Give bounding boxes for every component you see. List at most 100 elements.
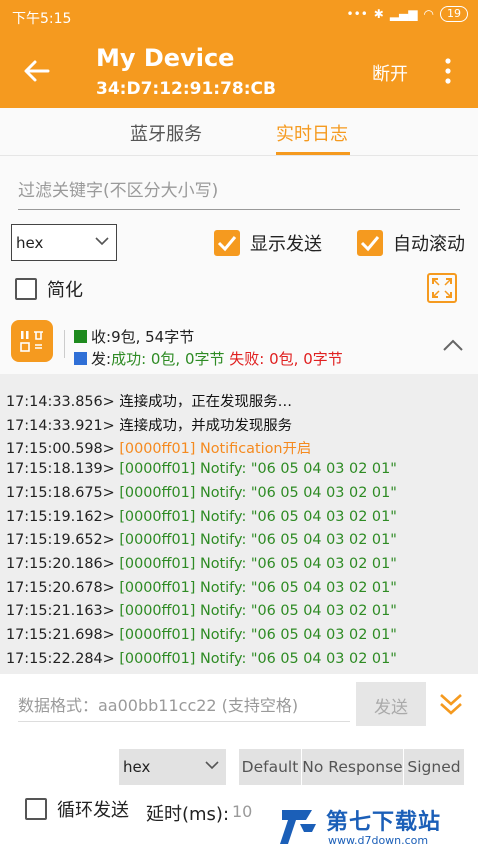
log-message: 连接成功，并成功发现服务 xyxy=(119,417,293,434)
log-message: 连接成功，正在发现服务… xyxy=(119,394,293,410)
pause-clear-button[interactable] xyxy=(11,320,53,362)
watermark-url: www.d7down.com xyxy=(328,834,429,847)
signal-icon: ▂▄▆ xyxy=(389,7,418,21)
log-timestamp: 17:15:19.652> xyxy=(6,532,115,549)
wifi-icon: ◠ xyxy=(423,7,434,21)
log-message: [0000ff01] Notify: "06 05 04 03 02 01" xyxy=(119,555,397,572)
send-label: 发: xyxy=(91,350,112,368)
log-message: [0000ff01] Notify: "06 05 04 03 02 01" xyxy=(119,484,397,501)
filter-input[interactable]: 过滤关键字(不区分大小写) xyxy=(18,166,460,210)
chevron-down-icon xyxy=(95,237,109,246)
watermark-text: 第七下载站 xyxy=(326,810,442,835)
watermark: 第七下载站 www.d7down.com xyxy=(278,804,474,850)
checkbox-unchecked-icon[interactable] xyxy=(25,798,47,820)
log-timestamp: 17:15:18.675> xyxy=(6,484,115,501)
log-message: [0000ff01] Notification开启 xyxy=(119,441,312,458)
show-send-toggle[interactable]: 显示发送 xyxy=(214,230,322,256)
recv-value: 9包, 54字节 xyxy=(111,328,195,346)
write-type-default[interactable]: Default xyxy=(239,749,301,785)
status-bar: 下午5:15 ••• ✱ ▂▄▆ ◠ 19 xyxy=(0,0,478,32)
write-type-no-response[interactable]: No Response xyxy=(302,749,403,785)
log-line: 17:15:19.652> [0000ff01] Notify: "06 05 … xyxy=(6,532,397,548)
recv-stats: 收:9包, 54字节 xyxy=(74,326,194,347)
log-line: 17:15:21.698> [0000ff01] Notify: "06 05 … xyxy=(6,627,397,643)
checkbox-checked-icon[interactable] xyxy=(357,230,383,256)
fullscreen-button[interactable] xyxy=(427,273,457,303)
checkbox-unchecked-icon[interactable] xyxy=(15,278,37,300)
write-type-signed[interactable]: Signed xyxy=(404,749,464,785)
status-time: 下午5:15 xyxy=(12,11,72,27)
recv-square-icon xyxy=(74,330,87,343)
log-line: 17:15:18.139> [0000ff01] Notify: "06 05 … xyxy=(6,461,397,477)
tab-indicator xyxy=(276,152,350,155)
watermark-logo-icon xyxy=(280,810,316,844)
delay-input[interactable]: 10 xyxy=(232,802,252,821)
send-button[interactable]: 发送 xyxy=(356,682,426,726)
log-timestamp: 17:15:19.162> xyxy=(6,508,115,525)
show-send-label: 显示发送 xyxy=(250,234,322,255)
log-message: [0000ff01] Notify: "06 05 04 03 02 01" xyxy=(119,650,397,667)
log-message: [0000ff01] Notify: "06 05 04 03 02 01" xyxy=(119,627,397,643)
log-line: 17:15:20.678> [0000ff01] Notify: "06 05 … xyxy=(6,580,397,596)
log-line: 17:15:18.675> [0000ff01] Notify: "06 05 … xyxy=(6,485,397,501)
simplify-toggle[interactable]: 简化 xyxy=(15,276,83,302)
chevron-down-icon xyxy=(205,761,219,770)
log-message: [0000ff01] Notify: "06 05 04 03 02 01" xyxy=(119,532,397,549)
send-success: 成功: 0包, 0字节 xyxy=(111,350,225,368)
log-line: 17:15:22.284> [0000ff01] Notify: "06 05 … xyxy=(6,651,397,667)
recv-label: 收: xyxy=(91,328,112,346)
log-timestamp: 17:15:21.698> xyxy=(6,627,115,643)
delay-label: 延时(ms): xyxy=(146,804,230,825)
send-square-icon xyxy=(74,352,87,365)
log-line: 17:15:21.163> [0000ff01] Notify: "06 05 … xyxy=(6,603,397,619)
simplify-label: 简化 xyxy=(47,280,83,301)
log-timestamp: 17:15:18.139> xyxy=(6,461,115,478)
app-bar: 下午5:15 ••• ✱ ▂▄▆ ◠ 19 My Device 34:D7:12… xyxy=(0,0,478,108)
device-title: My Device xyxy=(96,44,235,72)
log-message: [0000ff01] Notify: "06 05 04 03 02 01" xyxy=(119,603,397,620)
tab-realtime-log[interactable]: 实时日志 xyxy=(276,120,348,146)
log-message: [0000ff01] Notify: "06 05 04 03 02 01" xyxy=(119,508,397,525)
log-line: 17:14:33.856> 连接成功，正在发现服务… xyxy=(6,390,292,411)
log-line: 17:15:20.186> [0000ff01] Notify: "06 05 … xyxy=(6,556,397,572)
tab-bar: 蓝牙服务 实时日志 xyxy=(0,108,478,156)
log-timestamp: 17:15:20.678> xyxy=(6,579,115,596)
data-input[interactable]: 数据格式：aa00bb11cc22 (支持空格) xyxy=(18,692,350,722)
device-mac: 34:D7:12:91:78:CB xyxy=(96,79,276,99)
log-list[interactable]: 17:14:33.856> 连接成功，正在发现服务… 17:14:33.921> … xyxy=(0,374,478,674)
log-format-select[interactable]: hex xyxy=(11,224,117,261)
expand-icon xyxy=(432,278,452,298)
log-message: [0000ff01] Notify: "06 05 04 03 02 01" xyxy=(119,579,397,596)
send-format-value: hex xyxy=(123,758,151,776)
back-arrow-icon[interactable] xyxy=(22,56,52,86)
log-timestamp: 17:15:22.284> xyxy=(6,650,115,667)
loop-send-label: 循环发送 xyxy=(57,800,129,821)
send-format-select[interactable]: hex xyxy=(119,749,226,785)
send-stats: 发:成功: 0包, 0字节 失败: 0包, 0字节 xyxy=(74,348,343,369)
overflow-menu-icon[interactable] xyxy=(440,56,456,86)
log-timestamp: 17:15:20.186> xyxy=(6,555,115,572)
bluetooth-icon: ✱ xyxy=(373,7,384,21)
auto-scroll-label: 自动滚动 xyxy=(393,234,465,255)
log-format-value: hex xyxy=(16,234,44,252)
log-timestamp: 17:15:00.598> xyxy=(6,441,115,458)
status-icons: ••• ✱ ▂▄▆ ◠ 19 xyxy=(347,6,468,22)
log-line: 17:15:19.162> [0000ff01] Notify: "06 05 … xyxy=(6,509,397,525)
log-line: 17:15:00.598> [0000ff01] Notification开启 xyxy=(6,437,311,458)
double-chevron-down-icon[interactable] xyxy=(438,690,464,718)
send-fail: 失败: 0包, 0字节 xyxy=(229,350,343,368)
stats-divider xyxy=(64,330,65,358)
log-message: [0000ff01] Notify: "06 05 04 03 02 01" xyxy=(119,461,397,478)
auto-scroll-toggle[interactable]: 自动滚动 xyxy=(357,230,465,256)
chevron-up-icon[interactable] xyxy=(442,338,464,352)
more-dots-icon: ••• xyxy=(346,7,368,21)
loop-send-toggle[interactable]: 循环发送 xyxy=(25,796,129,822)
log-timestamp: 17:14:33.856> xyxy=(6,394,115,410)
stats-panel: 收:9包, 54字节 发:成功: 0包, 0字节 失败: 0包, 0字节 xyxy=(0,316,478,374)
log-timestamp: 17:15:21.163> xyxy=(6,603,115,620)
disconnect-button[interactable]: 断开 xyxy=(372,60,408,86)
log-timestamp: 17:14:33.921> xyxy=(6,417,115,434)
tab-bluetooth-services[interactable]: 蓝牙服务 xyxy=(130,120,202,146)
battery-icon: 19 xyxy=(440,6,468,22)
checkbox-checked-icon[interactable] xyxy=(214,230,240,256)
